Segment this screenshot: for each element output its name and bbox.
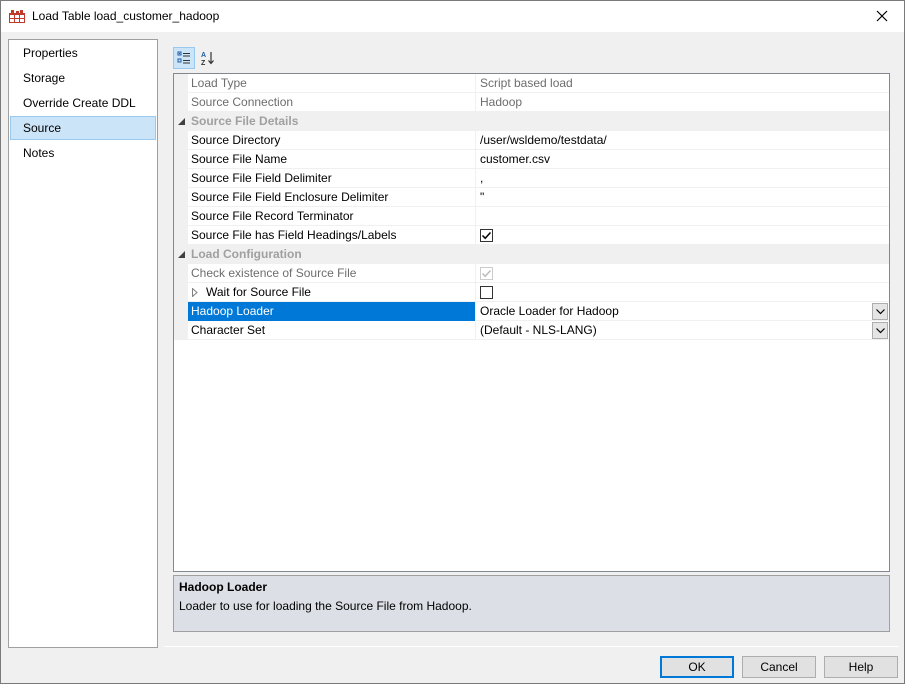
property-name: Source Connection	[188, 93, 476, 112]
check-existence-checkbox[interactable]	[480, 267, 493, 280]
nav-item-storage[interactable]: Storage	[10, 66, 156, 90]
property-name: Check existence of Source File	[188, 264, 476, 283]
field-headings-checkbox[interactable]	[480, 229, 493, 242]
window-title: Load Table load_customer_hadoop	[32, 9, 220, 23]
alphabetical-view-button[interactable]: A Z	[197, 47, 219, 69]
property-name: Source Directory	[188, 131, 476, 150]
title-bar: Load Table load_customer_hadoop	[1, 1, 904, 32]
hadoop-loader-select[interactable]: Oracle Loader for Hadoop	[476, 302, 889, 321]
chevron-down-icon	[875, 308, 885, 314]
cancel-button[interactable]: Cancel	[742, 656, 816, 678]
category-source-file-details[interactable]: Source File Details	[174, 112, 889, 131]
property-row-field-headings[interactable]: Source File has Field Headings/Labels	[174, 226, 889, 245]
categorized-view-button[interactable]	[173, 47, 195, 69]
svg-text:Z: Z	[201, 60, 206, 66]
description-title: Hadoop Loader	[179, 580, 268, 594]
property-row-source-connection[interactable]: Source Connection Hadoop	[174, 93, 889, 112]
nav-item-properties[interactable]: Properties	[10, 41, 156, 65]
property-name: Source File Record Terminator	[188, 207, 476, 226]
property-name: Character Set	[188, 321, 476, 340]
property-row-character-set[interactable]: Character Set (Default - NLS-LANG)	[174, 321, 889, 340]
nav-item-notes[interactable]: Notes	[10, 141, 156, 165]
property-row-source-directory[interactable]: Source Directory /user/wsldemo/testdata/	[174, 131, 889, 150]
close-button[interactable]	[859, 1, 904, 31]
category-load-configuration[interactable]: Load Configuration	[174, 245, 889, 264]
ok-button[interactable]: OK	[660, 656, 734, 678]
nav-item-override-create-ddl[interactable]: Override Create DDL	[10, 91, 156, 115]
hadoop-loader-dropdown-button[interactable]	[872, 303, 888, 320]
category-label: Load Configuration	[191, 247, 302, 261]
close-icon	[876, 10, 887, 22]
settings-nav-list: Properties Storage Override Create DDL S…	[8, 39, 158, 648]
property-value[interactable]: "	[476, 188, 889, 207]
character-set-select[interactable]: (Default - NLS-LANG)	[476, 321, 889, 340]
property-row-wait-for-source-file[interactable]: Wait for Source File	[174, 283, 889, 302]
property-name: Source File Field Enclosure Delimiter	[188, 188, 476, 207]
nav-item-source[interactable]: Source	[10, 116, 156, 140]
svg-text:A: A	[201, 52, 206, 59]
category-label: Source File Details	[191, 114, 299, 128]
property-value[interactable]	[476, 207, 889, 226]
divider	[164, 646, 899, 647]
property-value: Hadoop	[480, 95, 523, 109]
property-value[interactable]: /user/wsldemo/testdata/	[476, 131, 889, 150]
property-row-field-delimiter[interactable]: Source File Field Delimiter ,	[174, 169, 889, 188]
property-grid: Load Type Script based load Source Conne…	[173, 73, 890, 572]
property-name: Load Type	[188, 74, 476, 93]
property-row-check-existence[interactable]: Check existence of Source File	[174, 264, 889, 283]
property-value: Script based load	[480, 76, 573, 90]
property-value[interactable]: customer.csv	[476, 150, 889, 169]
property-row-source-file-name[interactable]: Source File Name customer.csv	[174, 150, 889, 169]
sort-alphabetical-icon: A Z	[201, 52, 214, 66]
checkmark-icon	[481, 269, 492, 278]
description-text: Loader to use for loading the Source Fil…	[179, 599, 472, 613]
categorized-view-icon	[177, 51, 190, 64]
wait-for-source-file-checkbox[interactable]	[480, 286, 493, 299]
property-row-hadoop-loader[interactable]: Hadoop Loader Oracle Loader for Hadoop	[174, 302, 889, 321]
collapse-triangle-icon[interactable]	[178, 251, 185, 258]
property-description-panel: Hadoop Loader Loader to use for loading …	[173, 575, 890, 632]
property-name: Source File Field Delimiter	[188, 169, 476, 188]
property-name: Source File Name	[188, 150, 476, 169]
property-value[interactable]: ,	[476, 169, 889, 188]
character-set-dropdown-button[interactable]	[872, 322, 888, 339]
table-icon	[9, 10, 25, 23]
collapse-triangle-icon[interactable]	[178, 118, 185, 125]
property-row-field-enclosure-delimiter[interactable]: Source File Field Enclosure Delimiter "	[174, 188, 889, 207]
help-button[interactable]: Help	[824, 656, 898, 678]
property-name: Wait for Source File	[188, 283, 476, 302]
property-name: Source File has Field Headings/Labels	[188, 226, 476, 245]
property-row-load-type[interactable]: Load Type Script based load	[174, 74, 889, 93]
property-name: Hadoop Loader	[188, 302, 476, 321]
property-row-record-terminator[interactable]: Source File Record Terminator	[174, 207, 889, 226]
chevron-down-icon	[875, 327, 885, 333]
dialog-window: Load Table load_customer_hadoop Properti…	[0, 0, 905, 684]
checkmark-icon	[481, 231, 492, 240]
